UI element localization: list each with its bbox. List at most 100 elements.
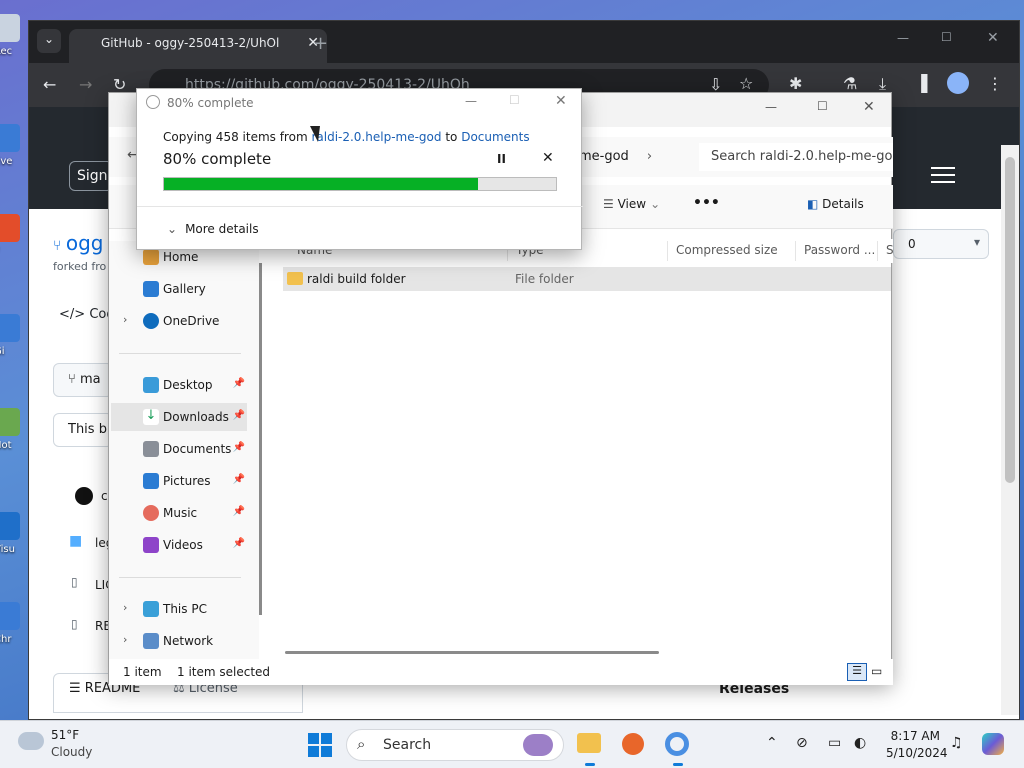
start-windows-icon[interactable] bbox=[308, 733, 332, 757]
nav-item-music[interactable]: Music 📌 bbox=[119, 499, 247, 527]
notepad-icon bbox=[0, 408, 20, 436]
nav-item-documents[interactable]: Documents 📌 bbox=[119, 435, 247, 463]
side-panel-icon[interactable]: ▐ bbox=[915, 74, 927, 93]
desktop-icon-recycle-bin[interactable]: Rec bbox=[0, 10, 30, 70]
nav-divider bbox=[119, 353, 241, 354]
copilot-icon[interactable] bbox=[982, 733, 1004, 755]
clock-date[interactable]: 5/10/2024 bbox=[886, 746, 948, 760]
column-header-password[interactable]: Password ... bbox=[795, 241, 875, 261]
view-button[interactable]: ☰ View ⌄ bbox=[603, 197, 660, 211]
pause-icon[interactable]: II bbox=[497, 152, 506, 166]
star-icon[interactable]: ☆ bbox=[739, 74, 753, 93]
column-header-size[interactable]: Si bbox=[877, 241, 893, 261]
pin-icon: 📌 bbox=[232, 538, 245, 549]
weather-temp[interactable]: 51°F bbox=[51, 728, 79, 742]
nav-item-this-pc[interactable]: › This PC bbox=[119, 595, 247, 623]
weather-desc[interactable]: Cloudy bbox=[51, 745, 92, 759]
close-icon[interactable]: ✕ bbox=[555, 93, 567, 109]
sign-in-label: Sign bbox=[77, 168, 108, 184]
onedrive-icon bbox=[143, 313, 159, 329]
chevron-up-icon[interactable]: ⌃ bbox=[766, 735, 778, 751]
branch-notice: This br bbox=[53, 413, 113, 447]
more-details-toggle[interactable]: ⌄ More details bbox=[167, 222, 259, 236]
cancel-icon[interactable]: ✕ bbox=[542, 150, 554, 166]
desktop-icon-2[interactable]: Eve bbox=[0, 120, 30, 180]
minimize-icon[interactable]: — bbox=[465, 94, 477, 108]
nav-label: Music bbox=[163, 506, 198, 520]
labs-icon[interactable]: ⚗ bbox=[843, 74, 857, 93]
star-counter[interactable]: 0 ▾ bbox=[893, 229, 989, 259]
code-tab[interactable]: </> Cod bbox=[59, 307, 115, 322]
file-explorer-taskbar-icon[interactable] bbox=[577, 733, 601, 753]
dialog-divider bbox=[137, 206, 583, 207]
menu-dots-icon[interactable]: ⋮ bbox=[987, 74, 1003, 93]
branch-selector[interactable]: ⑂ ma bbox=[53, 363, 113, 397]
repo-title[interactable]: ⑂ ogg bbox=[53, 231, 104, 255]
desktop-icon-7[interactable]: Chr bbox=[0, 598, 30, 658]
sign-in-button[interactable]: Sign bbox=[69, 161, 113, 191]
new-tab-icon[interactable]: + bbox=[313, 33, 328, 54]
page-scrollbar[interactable] bbox=[1001, 145, 1019, 715]
breadcrumb[interactable]: me-god › bbox=[579, 149, 652, 164]
clock-time[interactable]: 8:17 AM bbox=[886, 729, 940, 743]
back-icon[interactable]: ← bbox=[43, 75, 56, 94]
nav-item-desktop[interactable]: Desktop 📌 bbox=[119, 371, 247, 399]
maximize-icon[interactable]: ☐ bbox=[941, 30, 952, 44]
nav-item-gallery[interactable]: Gallery bbox=[119, 275, 247, 303]
firefox-taskbar-icon[interactable] bbox=[622, 733, 644, 755]
column-header-compressed-size[interactable]: Compressed size bbox=[667, 241, 787, 261]
volume-icon[interactable]: ◐ bbox=[854, 735, 866, 751]
desktop-icon-3[interactable]: F bbox=[0, 210, 30, 270]
music-icon bbox=[143, 505, 159, 521]
desktop-icon-5[interactable]: Not bbox=[0, 404, 30, 464]
row-name: raldi build folder bbox=[307, 272, 406, 286]
hamburger-menu-icon[interactable] bbox=[931, 167, 955, 185]
details-view-icon[interactable]: ☰ bbox=[847, 663, 867, 681]
minimize-icon[interactable]: — bbox=[897, 31, 909, 45]
taskbar-search[interactable]: ⌕ Search bbox=[346, 729, 564, 761]
desktop-icon-6[interactable]: Visu bbox=[0, 508, 30, 568]
branch-label: ma bbox=[79, 372, 101, 387]
nav-item-downloads[interactable]: ↓ Downloads 📌 bbox=[111, 403, 247, 431]
more-options-button[interactable]: ••• bbox=[693, 195, 720, 211]
chevron-down-icon: ⌄ bbox=[167, 222, 178, 236]
extensions-icon[interactable]: ✱ bbox=[789, 74, 802, 93]
nav-item-videos[interactable]: Videos 📌 bbox=[119, 531, 247, 559]
running-indicator bbox=[673, 763, 683, 766]
minimize-icon[interactable]: — bbox=[765, 100, 777, 114]
item-count: 1 item bbox=[123, 665, 162, 679]
close-icon[interactable]: ✕ bbox=[863, 99, 875, 115]
display-icon[interactable]: ▭ bbox=[828, 735, 841, 751]
nav-label: This PC bbox=[163, 602, 207, 616]
tiles-view-icon[interactable]: ▭ bbox=[871, 664, 882, 678]
notification-bell-icon[interactable]: ♫ bbox=[950, 735, 963, 751]
nav-pane-scrollbar[interactable] bbox=[259, 239, 262, 615]
tab-github[interactable]: GitHub - oggy-250413-2/UhOl ✕ bbox=[69, 29, 327, 63]
nav-item-pictures[interactable]: Pictures 📌 bbox=[119, 467, 247, 495]
source-link[interactable]: raldi-2.0.help-me-god bbox=[311, 130, 441, 144]
nav-item-network[interactable]: › Network bbox=[119, 627, 247, 655]
search-input[interactable]: Search raldi-2.0.help-me-god bbox=[699, 143, 893, 171]
close-window-icon[interactable]: ✕ bbox=[987, 30, 999, 46]
tab-search-icon[interactable]: ⌄ bbox=[37, 29, 61, 53]
desktop-icon-4[interactable]: Gi bbox=[0, 310, 30, 370]
copy-description: Copying 458 items from raldi-2.0.help-me… bbox=[163, 130, 530, 144]
profile-avatar[interactable] bbox=[947, 72, 969, 94]
details-button[interactable]: ◧ Details bbox=[807, 197, 864, 211]
downloads-icon[interactable]: ⤓ bbox=[879, 74, 886, 94]
destination-link[interactable]: Documents bbox=[461, 130, 529, 144]
view-icon: ☰ bbox=[603, 197, 618, 211]
pin-icon: 📌 bbox=[232, 378, 245, 389]
chrome-taskbar-icon[interactable] bbox=[665, 732, 689, 756]
chrome-icon bbox=[0, 602, 20, 630]
maximize-icon[interactable]: ☐ bbox=[817, 99, 828, 113]
progress-fill bbox=[164, 178, 478, 190]
forward-icon[interactable]: → bbox=[79, 75, 92, 94]
progress-clock-icon bbox=[146, 95, 160, 109]
horizontal-scrollbar[interactable] bbox=[285, 651, 659, 654]
scrollbar-thumb[interactable] bbox=[1005, 157, 1015, 483]
network-icon[interactable]: ⊘ bbox=[796, 735, 808, 751]
nav-item-onedrive[interactable]: › OneDrive bbox=[119, 307, 247, 335]
folder-icon bbox=[287, 272, 303, 285]
table-row[interactable]: raldi build folder File folder bbox=[283, 267, 891, 291]
